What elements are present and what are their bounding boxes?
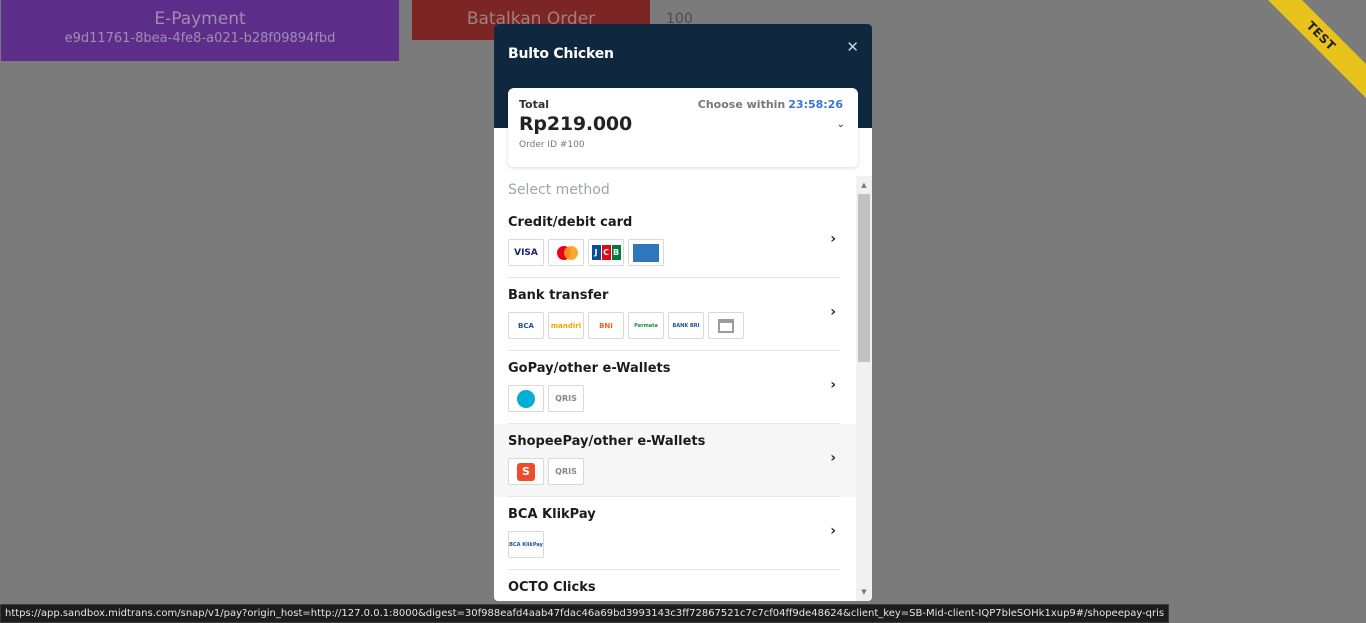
chevron-down-icon[interactable]: ⌄	[837, 119, 845, 130]
chevron-right-icon: ›	[830, 523, 836, 539]
payment-id: e9d11761-8bea-4fe8-a021-b28f09894fbd	[64, 31, 336, 46]
countdown-timer: 23:58:26	[788, 98, 843, 111]
visa-logo: VISA	[508, 239, 544, 266]
close-icon[interactable]: ✕	[846, 38, 859, 56]
method-name: Credit/debit card	[508, 215, 633, 230]
e-payment-title: E-Payment	[154, 9, 246, 29]
mandiri-logo: mandiri	[548, 312, 584, 339]
mastercard-logo	[548, 239, 584, 266]
bca-klikpay-logo: BCA KlikPay	[508, 531, 544, 558]
payment-modal: Bulto Chicken ✕ Total Rp219.000 Order ID…	[494, 24, 872, 601]
method-octo-clicks[interactable]: OCTO Clicks	[494, 570, 856, 601]
countdown: Choose within 23:58:26	[698, 98, 843, 111]
chevron-right-icon: ›	[830, 450, 836, 466]
scroll-up-icon[interactable]: ▲	[858, 179, 870, 191]
chevron-right-icon: ›	[830, 377, 836, 393]
bank-icon	[708, 312, 744, 339]
qris-logo: QRIS	[548, 385, 584, 412]
method-credit-card[interactable]: Credit/debit card VISA JCB ›	[494, 205, 856, 278]
qris-logo: QRIS	[548, 458, 584, 485]
method-gopay[interactable]: GoPay/other e-Wallets QRIS ›	[494, 351, 856, 424]
method-name: OCTO Clicks	[508, 580, 596, 595]
jcb-logo: JCB	[588, 239, 624, 266]
select-method-title: Select method	[508, 182, 610, 198]
payment-method-list: Select method Credit/debit card VISA JCB…	[494, 176, 856, 601]
method-bank-transfer[interactable]: Bank transfer BCA mandiri BNI Permata BA…	[494, 278, 856, 351]
total-amount: Rp219.000	[519, 113, 632, 135]
chevron-right-icon: ›	[830, 231, 836, 247]
method-name: GoPay/other e-Wallets	[508, 361, 671, 376]
permata-logo: Permata	[628, 312, 664, 339]
test-ribbon: TEST	[1246, 0, 1366, 120]
chevron-right-icon: ›	[830, 304, 836, 320]
method-bca-klikpay[interactable]: BCA KlikPay BCA KlikPay ›	[494, 497, 856, 570]
status-bar-url: https://app.sandbox.midtrans.com/snap/v1…	[0, 604, 1170, 623]
merchant-name: Bulto Chicken	[508, 46, 614, 62]
order-summary[interactable]: Total Rp219.000 Order ID #100 Choose wit…	[508, 88, 858, 167]
amex-logo	[628, 239, 664, 266]
scrollbar-thumb[interactable]	[858, 194, 870, 362]
method-name: BCA KlikPay	[508, 507, 596, 522]
scroll-down-icon[interactable]: ▼	[858, 586, 870, 598]
order-id: Order ID #100	[519, 140, 585, 150]
bri-logo: BANK BRI	[668, 312, 704, 339]
choose-within-label: Choose within	[697, 98, 786, 111]
test-ribbon-label: TEST	[1252, 0, 1366, 105]
method-name: ShopeePay/other e-Wallets	[508, 434, 706, 449]
method-shopeepay[interactable]: ShopeePay/other e-Wallets S QRIS ›	[494, 424, 856, 497]
e-payment-banner: E-Payment e9d11761-8bea-4fe8-a021-b28f09…	[1, 0, 399, 61]
bni-logo: BNI	[588, 312, 624, 339]
shopeepay-logo: S	[508, 458, 544, 485]
bca-logo: BCA	[508, 312, 544, 339]
method-name: Bank transfer	[508, 288, 609, 303]
gopay-logo	[508, 385, 544, 412]
